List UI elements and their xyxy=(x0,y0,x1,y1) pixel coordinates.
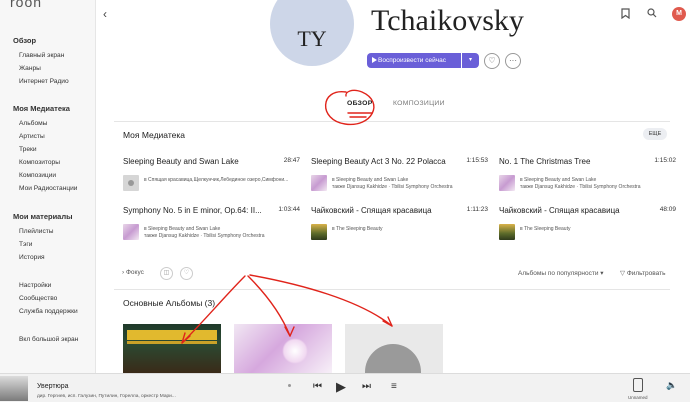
track-item[interactable]: Чайковский - Спящая красавица 48:09 в Th… xyxy=(499,206,676,252)
track-album[interactable]: в Sleeping Beauty and Swan Lake xyxy=(520,177,676,183)
progress-dot[interactable] xyxy=(288,384,291,387)
more-button[interactable]: ЕЩЕ xyxy=(643,128,667,140)
app-window: roon Обзор Главный экран Жанры Интернет … xyxy=(0,0,690,402)
play-options-chevron-down-icon[interactable]: ▾ xyxy=(462,53,479,68)
albums-section-title: Основные Альбомы (3) xyxy=(123,298,216,308)
track-title[interactable]: Sleeping Beauty Act 3 No. 22 Polacca xyxy=(311,157,451,166)
track-title[interactable]: Чайковский - Спящая красавица xyxy=(311,206,451,215)
player-bar: Увертюра дир. Гергиев, исп. Галузин, Пут… xyxy=(0,373,690,402)
queue-icon[interactable]: ≡ xyxy=(391,377,397,397)
artist-initials: TY xyxy=(297,26,327,51)
track-duration: 1:11:23 xyxy=(466,206,488,213)
app-logo: roon xyxy=(10,0,43,10)
sidebar-item-settings[interactable]: Настройки xyxy=(19,282,51,289)
sidebar-item-community[interactable]: Сообщество xyxy=(19,295,57,302)
artist-name: Tchaikovsky xyxy=(371,4,524,37)
now-playing-title[interactable]: Увертюра xyxy=(37,383,69,390)
album-thumbnail[interactable] xyxy=(123,224,139,240)
search-icon[interactable] xyxy=(646,8,658,20)
sidebar-item-radio[interactable]: Интернет Радио xyxy=(19,78,69,85)
speaker-icon[interactable] xyxy=(633,378,643,392)
zone-label[interactable]: Unnamed xyxy=(628,395,648,400)
track-duration: 1:15:53 xyxy=(466,157,488,164)
track-duration: 1:03:44 xyxy=(278,206,300,213)
user-avatar[interactable]: M xyxy=(672,7,686,21)
focus-button[interactable]: › Фокус xyxy=(122,269,144,276)
tab-overview[interactable]: ОБЗОР xyxy=(347,100,373,107)
sidebar-item-composers[interactable]: Композиторы xyxy=(19,159,60,166)
sidebar-item-fullscreen[interactable]: Вкл большой экран xyxy=(19,336,78,343)
play-now-button[interactable]: Воспроизвести сейчас xyxy=(367,53,461,68)
track-item[interactable]: Sleeping Beauty Act 3 No. 22 Polacca 1:1… xyxy=(311,157,488,203)
track-performers: также Djansug Kakhidze · Tbilisi Symphon… xyxy=(144,233,265,239)
album-cover[interactable] xyxy=(345,324,443,373)
filter-button[interactable]: ▽ Фильтровать xyxy=(620,269,665,277)
sidebar-item-playlists[interactable]: Плейлисты xyxy=(19,228,54,235)
hires-filter-icon[interactable]: ◫ xyxy=(160,267,173,280)
track-title[interactable]: Чайковский - Спящая красавица xyxy=(499,206,639,215)
artist-image: TY xyxy=(270,0,354,66)
track-duration: 1:15:02 xyxy=(654,157,676,164)
focus-label: Фокус xyxy=(125,269,144,276)
previous-icon[interactable]: ⏮ xyxy=(313,377,322,397)
sidebar-item-albums[interactable]: Альбомы xyxy=(19,120,47,127)
sidebar: roon Обзор Главный экран Жанры Интернет … xyxy=(0,0,96,373)
track-duration: 28:47 xyxy=(283,157,300,164)
heart-icon[interactable]: ♡ xyxy=(484,53,500,69)
album-cover[interactable] xyxy=(234,324,332,373)
album-thumbnail[interactable] xyxy=(499,175,515,191)
track-album[interactable]: в The Sleeping Beauty xyxy=(332,226,488,232)
track-item[interactable]: Symphony No. 5 in E minor, Op.64: II... … xyxy=(123,206,300,252)
track-title[interactable]: No. 1 The Christmas Tree xyxy=(499,157,639,166)
filter-icon: ▽ xyxy=(620,270,625,277)
sidebar-section-browse[interactable]: Обзор xyxy=(13,36,36,45)
divider xyxy=(114,289,670,290)
play-icon[interactable]: ▶ xyxy=(336,377,346,397)
bookmark-icon[interactable] xyxy=(619,8,631,20)
sidebar-section-my-content: Мои материалы xyxy=(13,212,73,221)
track-album[interactable]: в Спящая красавица,Щелкунчик,Лебединое о… xyxy=(144,177,300,183)
sidebar-item-home[interactable]: Главный экран xyxy=(19,52,64,59)
more-options-icon[interactable]: ··· xyxy=(505,53,521,69)
sidebar-item-genres[interactable]: Жанры xyxy=(19,65,41,72)
sidebar-section-library: Моя Медиатека xyxy=(13,104,70,113)
track-performers: также Djansug Kakhidze · Tbilisi Symphon… xyxy=(520,184,641,190)
chevron-left-icon[interactable]: ‹ xyxy=(103,7,107,21)
album-thumbnail[interactable] xyxy=(499,224,515,240)
track-item[interactable]: No. 1 The Christmas Tree 1:15:02 в Sleep… xyxy=(499,157,676,203)
heart-filter-icon[interactable]: ♡ xyxy=(180,267,193,280)
album-thumbnail[interactable] xyxy=(123,175,139,191)
album-thumbnail[interactable] xyxy=(311,224,327,240)
sidebar-item-tags[interactable]: Тэги xyxy=(19,241,32,248)
sidebar-item-tracks[interactable]: Треки xyxy=(19,146,37,153)
divider xyxy=(114,121,670,122)
sidebar-item-support[interactable]: Служба поддержки xyxy=(19,308,78,315)
track-album[interactable]: в Sleeping Beauty and Swan Lake xyxy=(332,177,488,183)
sidebar-item-history[interactable]: История xyxy=(19,254,45,261)
now-playing-cover[interactable] xyxy=(0,376,28,401)
volume-icon[interactable]: 🔈 xyxy=(666,380,677,391)
sidebar-item-artists[interactable]: Артисты xyxy=(19,133,45,140)
sidebar-item-my-radio[interactable]: Мои Радиостанции xyxy=(19,185,78,192)
filter-label: Фильтровать xyxy=(626,270,666,277)
sort-dropdown[interactable]: Альбомы по популярности ▾ xyxy=(518,269,604,277)
track-title[interactable]: Sleeping Beauty and Swan Lake xyxy=(123,157,263,166)
library-section-title: Моя Медиатека xyxy=(123,130,185,140)
track-title[interactable]: Symphony No. 5 in E minor, Op.64: II... xyxy=(123,206,263,215)
sort-label: Альбомы по популярности xyxy=(518,270,599,277)
sidebar-item-compositions[interactable]: Композиции xyxy=(19,172,56,179)
track-album[interactable]: в The Sleeping Beauty xyxy=(520,226,676,232)
next-icon[interactable]: ⏭ xyxy=(362,377,371,397)
album-thumbnail[interactable] xyxy=(311,175,327,191)
tab-compositions[interactable]: КОМПОЗИЦИИ xyxy=(393,100,445,107)
album-cover[interactable] xyxy=(123,324,221,373)
track-album[interactable]: в Sleeping Beauty and Swan Lake xyxy=(144,226,300,232)
track-duration: 48:09 xyxy=(659,206,676,213)
track-item[interactable]: Sleeping Beauty and Swan Lake 28:47 в Сп… xyxy=(123,157,300,203)
track-performers: также Djansug Kakhidze · Tbilisi Symphon… xyxy=(332,184,453,190)
track-item[interactable]: Чайковский - Спящая красавица 1:11:23 в … xyxy=(311,206,488,252)
now-playing-artists[interactable]: дир. Гергиев, исп. Галузин, Путилин, Гор… xyxy=(37,394,187,399)
